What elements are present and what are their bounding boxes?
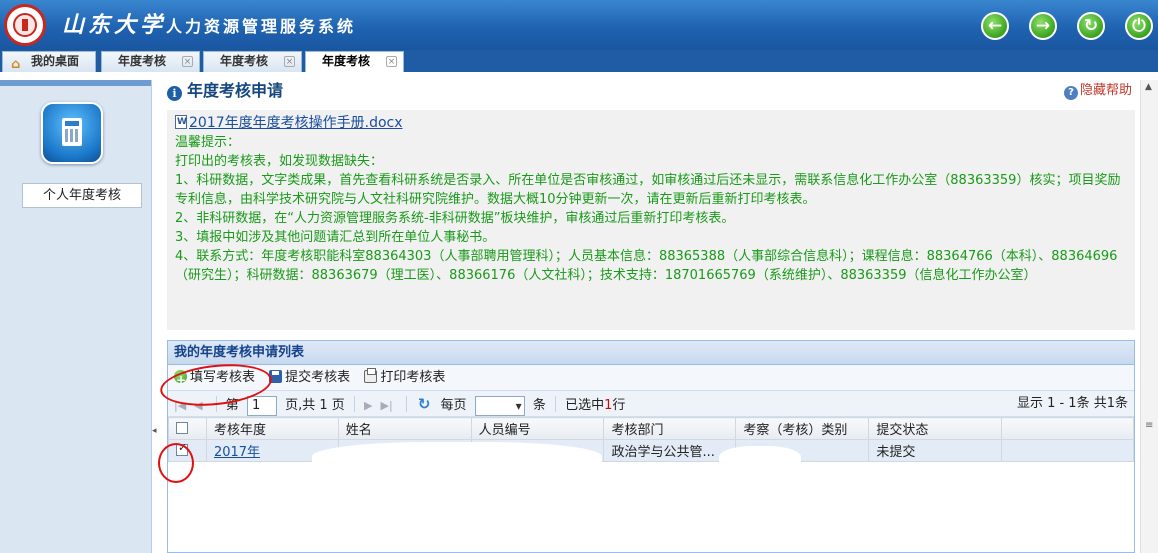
column-header-empty — [1001, 417, 1134, 440]
select-all-checkbox[interactable] — [176, 422, 188, 434]
per-page-label: 每页 — [440, 398, 467, 413]
display-count: 显示 1 - 1条 共1条 — [1016, 396, 1128, 411]
column-header[interactable]: 人员编号 — [470, 417, 605, 440]
print-icon — [364, 368, 378, 383]
page-total: 页,共 1 页 — [285, 398, 345, 413]
close-icon[interactable]: × — [386, 56, 397, 67]
redaction-mask — [719, 446, 801, 474]
help-icon: ? — [1063, 86, 1078, 100]
back-icon[interactable]: ← — [981, 12, 1009, 40]
print-form-button[interactable]: 打印考核表 — [364, 365, 445, 391]
notice-panel: 2017年度年度考核操作手册.docx 温馨提示： 打印出的考核表，如发现数据缺… — [167, 110, 1135, 330]
annotation-circle — [158, 443, 194, 483]
notice-line: 2、非科研数据，在“人力资源管理服务系统-非科研数据”板块维护，审核通过后重新打… — [175, 211, 735, 226]
notice-line: 1、科研数据，文字类成果，首先查看科研系统是否录入、所在单位是否审核通过，如审核… — [175, 173, 1121, 207]
tab-label: 我的桌面 — [31, 54, 80, 68]
column-header[interactable]: 提交状态 — [868, 417, 1003, 440]
page-title: i 年度考核申请 — [167, 81, 283, 101]
sidebar-item-personal-annual-review[interactable]: 个人年度考核 — [22, 183, 142, 208]
close-icon[interactable]: × — [182, 56, 193, 67]
next-page-icon[interactable]: ▶ — [364, 393, 372, 419]
school-name: 山东大学 — [62, 12, 167, 38]
table-header-row: 考核年度 姓名 人员编号 考核部门 考察（考核）类别 提交状态 — [168, 417, 1134, 440]
notice-line: 温馨提示： — [175, 135, 241, 150]
selected-count: 已选中1行 — [565, 398, 626, 413]
column-header[interactable]: 考核部门 — [603, 417, 737, 440]
refresh-icon[interactable]: ↻ — [418, 395, 431, 413]
grid-title: 我的年度考核申请列表 — [168, 341, 1134, 365]
notice-line: 3、填报中如涉及其他问题请汇总到所在单位人事秘书。 — [175, 230, 496, 245]
sidebar: 个人年度考核 — [0, 80, 152, 553]
system-title: 山东大学人力资源管理服务系统 — [62, 8, 356, 44]
page-number-input[interactable]: 1 — [246, 395, 277, 416]
vertical-scrollbar[interactable]: ▲ ≡ — [1140, 80, 1158, 553]
column-header[interactable]: 考察（考核）类别 — [735, 417, 870, 440]
scroll-up-icon[interactable]: ▲ — [1145, 82, 1152, 92]
refresh-icon[interactable]: ↻ — [1077, 12, 1105, 40]
tab-my-desktop[interactable]: ⌂ 我的桌面 — [2, 51, 96, 72]
redaction-mask — [312, 442, 602, 478]
cell-status: 未提交 — [868, 439, 1003, 462]
grid-pager: |◀◀ 第 1 页,共 1 页 ▶▶| ↻ 每页 条 已选中1行 显示 1 - … — [168, 391, 1134, 419]
main-content: i年度考核申请 ?隐藏帮助 2017年度年度考核操作手册.docx 温馨提示： … — [167, 80, 1137, 553]
page-size-select[interactable] — [474, 393, 525, 419]
power-icon[interactable]: ⏻ — [1125, 12, 1153, 40]
year-link[interactable]: 2017年 — [214, 445, 260, 460]
tab-bar: ⌂ 我的桌面 年度考核 × 年度考核 × 年度考核 × — [0, 50, 1158, 72]
grid-toolbar: 填写考核表 提交考核表 打印考核表 — [168, 365, 1134, 393]
forward-icon[interactable]: → — [1029, 12, 1057, 40]
tab-annual-review-2[interactable]: 年度考核 × — [203, 51, 302, 72]
tab-annual-review-1[interactable]: 年度考核 × — [101, 51, 200, 72]
manual-doc-link[interactable]: 2017年度年度考核操作手册.docx — [175, 114, 1127, 133]
system-name: 人力资源管理服务系统 — [166, 17, 357, 36]
sidebar-header — [0, 80, 151, 86]
per-page-unit: 条 — [532, 398, 546, 413]
column-header[interactable]: 考核年度 — [205, 417, 339, 440]
info-icon: i — [167, 86, 182, 101]
tab-annual-review-3[interactable]: 年度考核 × — [305, 51, 404, 72]
home-icon: ⌂ — [11, 57, 21, 72]
tab-label: 年度考核 — [220, 54, 269, 68]
cell-dept: 政治学与公共管... — [603, 439, 737, 462]
last-page-icon[interactable]: ▶| — [381, 393, 393, 419]
university-logo-icon — [4, 4, 46, 46]
app-header: 山东大学人力资源管理服务系统 ← → ↻ ⏻ — [0, 0, 1158, 50]
notice-line: 打印出的考核表，如发现数据缺失： — [175, 154, 384, 169]
close-icon[interactable]: × — [284, 56, 295, 67]
hide-help-link[interactable]: ? 隐藏帮助 — [1063, 82, 1132, 100]
word-doc-icon — [175, 115, 187, 129]
cell-empty — [1001, 439, 1134, 462]
select-all-cell[interactable] — [168, 417, 207, 440]
calculator-icon[interactable] — [41, 102, 103, 164]
review-list-panel: 我的年度考核申请列表 填写考核表 提交考核表 打印考核表 |◀◀ 第 1 页,共… — [167, 340, 1135, 553]
column-header[interactable]: 姓名 — [337, 417, 472, 440]
collapse-arrow-icon[interactable]: ◂ — [152, 426, 157, 436]
notice-line: 4、联系方式：年度考核职能科室88364303（人事部聘用管理科）；人员基本信息… — [175, 249, 1118, 283]
scroll-grip-icon[interactable]: ≡ — [1145, 420, 1153, 431]
tab-label: 年度考核 — [118, 54, 167, 68]
tab-label: 年度考核 — [322, 54, 371, 68]
submit-form-button[interactable]: 提交考核表 — [269, 365, 350, 391]
